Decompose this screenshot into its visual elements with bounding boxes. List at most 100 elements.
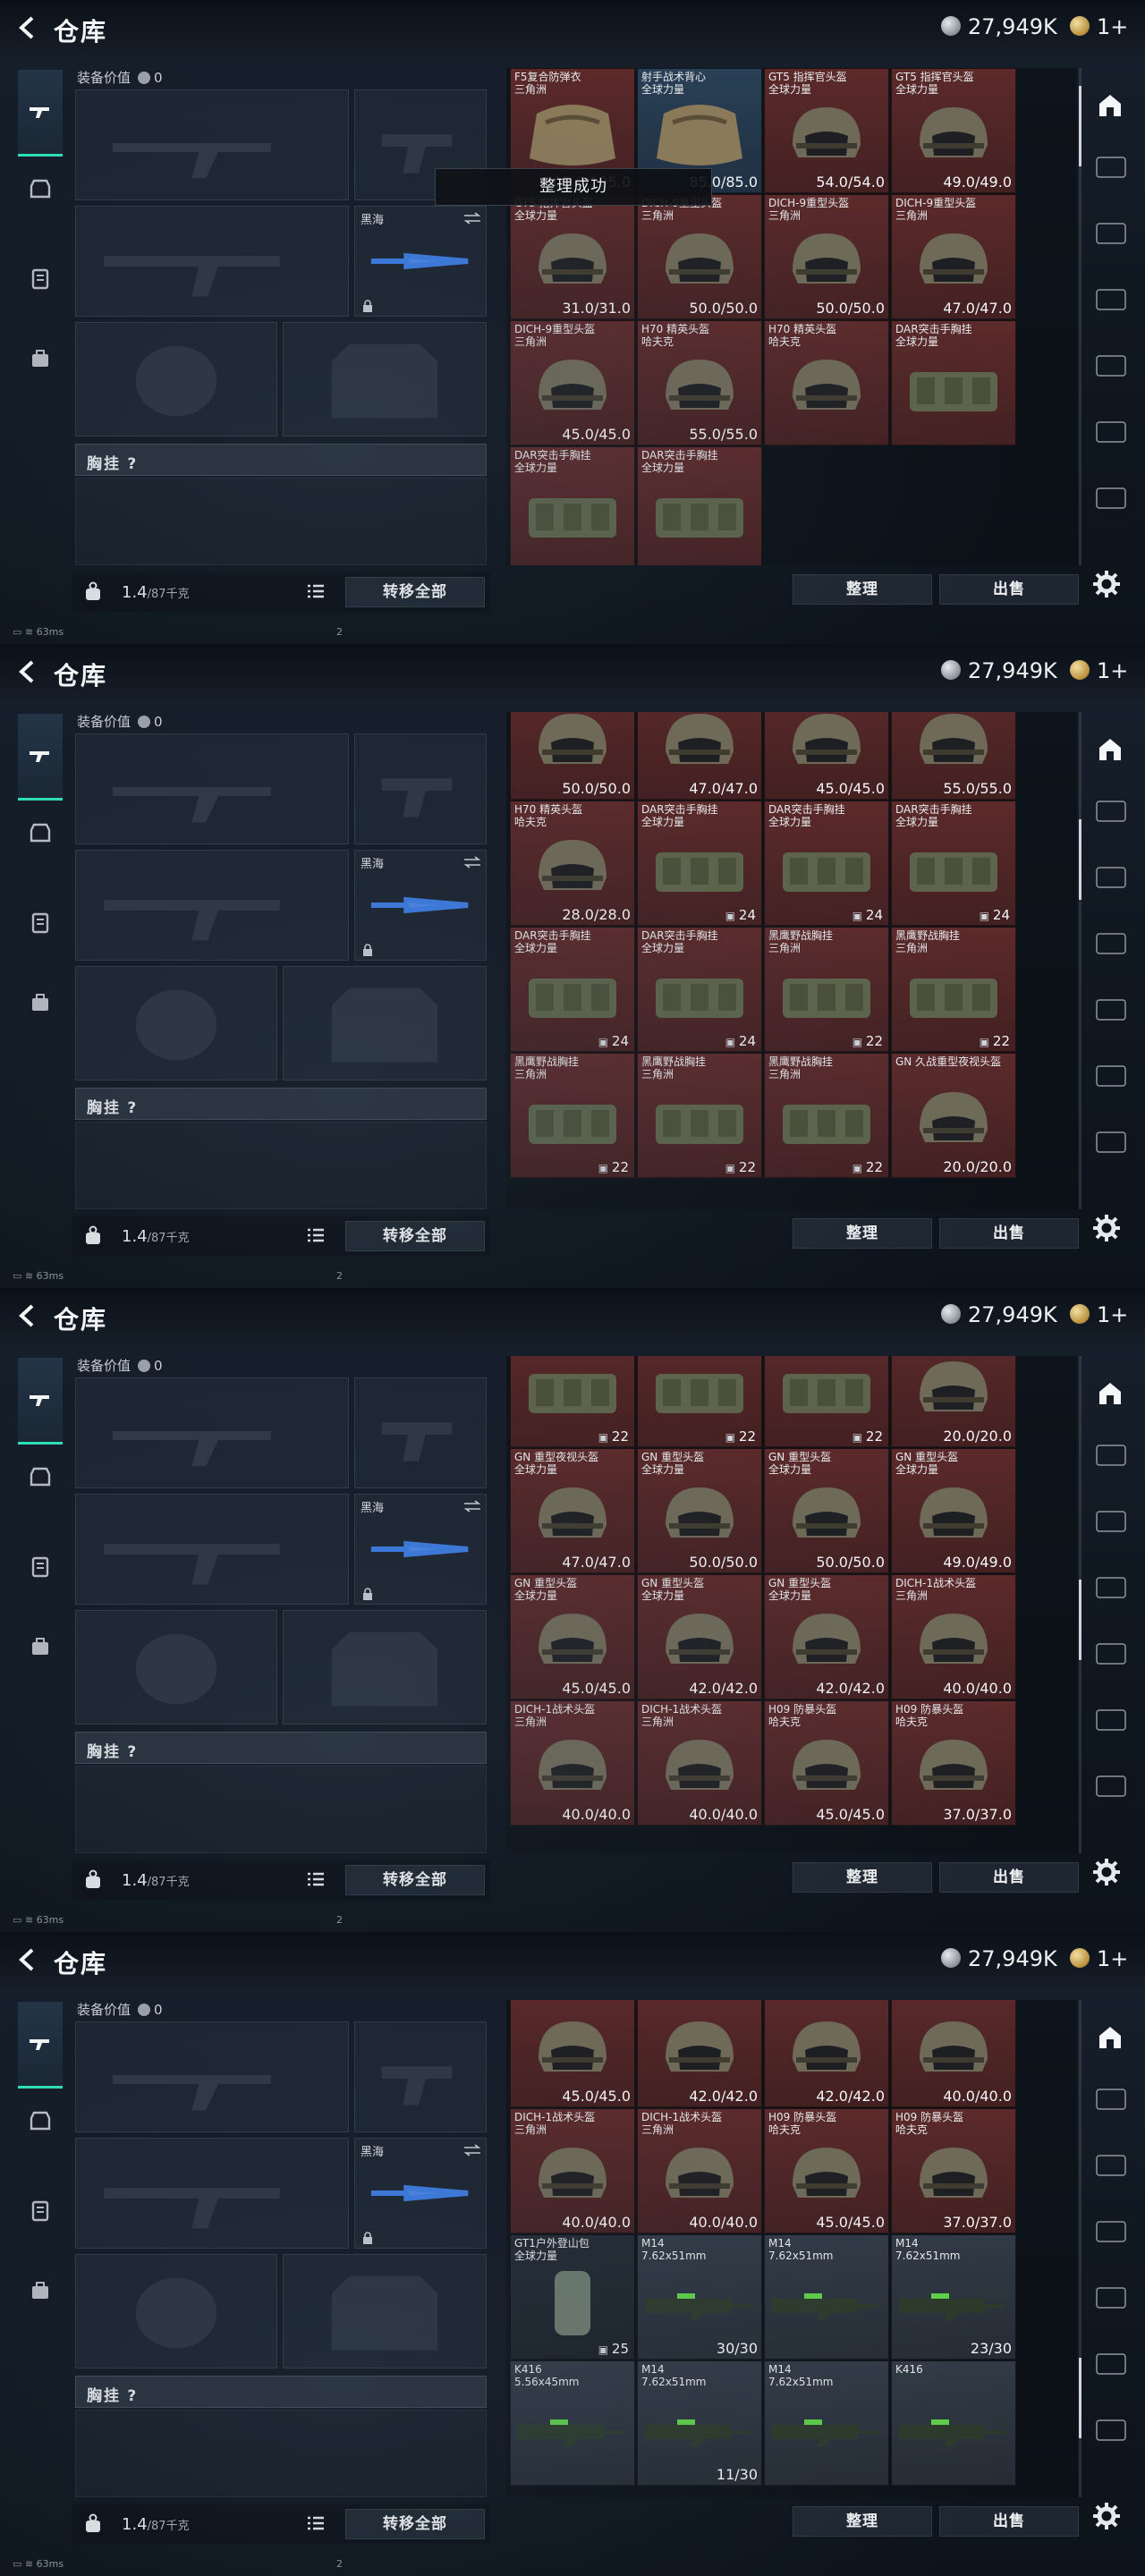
- sort-button[interactable]: 整理: [793, 2506, 932, 2537]
- home-icon[interactable]: [1093, 2021, 1127, 2055]
- pistol-slot[interactable]: [354, 1377, 487, 1488]
- rig-tab-icon[interactable]: [20, 1546, 61, 1587]
- storage-item[interactable]: 42.0/42.0: [764, 2000, 889, 2107]
- rail-item-icon[interactable]: [1095, 1442, 1127, 1469]
- weapon-tab-icon[interactable]: [18, 1358, 63, 1445]
- rail-item-icon[interactable]: [1095, 1129, 1127, 1156]
- back-arrow-icon[interactable]: [14, 14, 41, 41]
- gear-icon[interactable]: [1091, 1857, 1122, 1887]
- back-arrow-icon[interactable]: [14, 658, 41, 685]
- storage-item[interactable]: M14 7.62x51mm: [764, 2234, 889, 2360]
- rig-tab-icon[interactable]: [20, 2190, 61, 2231]
- weapon-tab-icon[interactable]: [18, 714, 63, 801]
- swap-icon[interactable]: [462, 212, 482, 225]
- backpack-tab-icon[interactable]: [20, 982, 61, 1023]
- chest-rig-help-icon[interactable]: ?: [127, 2387, 138, 2405]
- weapon-tab-icon[interactable]: [18, 2002, 63, 2089]
- secondary-weapon-slot[interactable]: [75, 206, 349, 317]
- chest-rig-help-icon[interactable]: ?: [127, 1743, 138, 1761]
- rail-item-icon[interactable]: [1095, 996, 1127, 1023]
- home-icon[interactable]: [1093, 89, 1127, 123]
- armor-tab-icon[interactable]: [20, 2100, 61, 2141]
- storage-item[interactable]: DICH-9重型头盔三角洲 50.0/50.0: [764, 194, 889, 319]
- storage-item[interactable]: DICH-1战术头盔 三角洲 40.0/40.0: [510, 1700, 635, 1826]
- storage-item[interactable]: H09 防暴头盔 哈夫克 37.0/37.0: [891, 2108, 1016, 2233]
- rail-item-icon[interactable]: [1095, 2218, 1127, 2245]
- secondary-weapon-slot[interactable]: [75, 850, 349, 961]
- rig-tab-icon[interactable]: [20, 258, 61, 299]
- helmet-slot[interactable]: [75, 966, 277, 1080]
- storage-scrollbar[interactable]: [1079, 68, 1081, 565]
- rail-item-icon[interactable]: [1095, 1063, 1127, 1089]
- storage-item[interactable]: DAR突击手胸挂全球力量 24: [891, 801, 1016, 926]
- storage-scrollbar[interactable]: [1079, 1356, 1081, 1853]
- storage-item[interactable]: 55.0/55.0: [891, 712, 1016, 800]
- rail-item-icon[interactable]: [1095, 419, 1127, 445]
- storage-item[interactable]: DAR突击手胸挂全球力量 24: [764, 801, 889, 926]
- chest-rig-slot[interactable]: [75, 2410, 487, 2497]
- storage-item[interactable]: H70 精英头盔 哈夫克: [764, 320, 889, 445]
- primary-weapon-slot[interactable]: [75, 733, 349, 844]
- storage-item[interactable]: K416: [891, 2360, 1016, 2486]
- rig-tab-icon[interactable]: [20, 902, 61, 943]
- storage-item[interactable]: GN 重型头盔 全球力量 42.0/42.0: [637, 1574, 762, 1699]
- storage-item[interactable]: H70 精英头盔 哈夫克 55.0/55.0: [637, 320, 762, 445]
- rail-item-icon[interactable]: [1095, 930, 1127, 957]
- list-icon[interactable]: [308, 1872, 324, 1886]
- armor-slot[interactable]: [283, 966, 487, 1080]
- chest-rig-slot[interactable]: [75, 478, 487, 565]
- armor-tab-icon[interactable]: [20, 1456, 61, 1497]
- storage-item[interactable]: DICH-1战术头盔 三角洲 40.0/40.0: [637, 2108, 762, 2233]
- swap-icon[interactable]: [462, 856, 482, 869]
- helmet-slot[interactable]: [75, 322, 277, 436]
- storage-item[interactable]: DICH-9重型头盔 三角洲 47.0/47.0: [891, 194, 1016, 319]
- storage-item[interactable]: M14 7.62x51mm 11/30: [637, 2360, 762, 2486]
- transfer-all-button[interactable]: 转移全部: [345, 577, 485, 607]
- helmet-slot[interactable]: [75, 2254, 277, 2368]
- storage-item[interactable]: H09 防暴头盔 哈夫克 37.0/37.0: [891, 1700, 1016, 1826]
- primary-weapon-slot[interactable]: [75, 1377, 349, 1488]
- secondary-weapon-slot[interactable]: [75, 1494, 349, 1605]
- storage-item[interactable]: GT5 指挥官头盔全球力量31.0/31.0: [510, 194, 635, 319]
- rail-item-icon[interactable]: [1095, 154, 1127, 181]
- chest-rig-bar[interactable]: 胸挂 ?: [75, 1732, 487, 1764]
- sort-button[interactable]: 整理: [793, 574, 932, 605]
- armor-tab-icon[interactable]: [20, 812, 61, 853]
- rail-item-icon[interactable]: [1095, 2417, 1127, 2444]
- rail-item-icon[interactable]: [1095, 1773, 1127, 1800]
- pistol-slot[interactable]: [354, 2021, 487, 2132]
- storage-item[interactable]: GN 重型头盔 全球力量 50.0/50.0: [637, 1448, 762, 1573]
- storage-item[interactable]: GN 重型头盔 全球力量 42.0/42.0: [764, 1574, 889, 1699]
- armor-slot[interactable]: [283, 1610, 487, 1724]
- primary-weapon-slot[interactable]: [75, 2021, 349, 2132]
- storage-item[interactable]: DAR突击手胸挂全球力量 24: [637, 927, 762, 1052]
- storage-item[interactable]: M14 7.62x51mm: [764, 2360, 889, 2486]
- sort-button[interactable]: 整理: [793, 1862, 932, 1893]
- rail-item-icon[interactable]: [1095, 1574, 1127, 1601]
- transfer-all-button[interactable]: 转移全部: [345, 1221, 485, 1251]
- storage-item[interactable]: H70 精英头盔 哈夫克 28.0/28.0: [510, 801, 635, 926]
- storage-item[interactable]: 黑鹰野战胸挂三角洲22: [510, 1356, 635, 1447]
- chest-rig-help-icon[interactable]: ?: [127, 455, 138, 473]
- storage-item[interactable]: 47.0/47.0: [637, 712, 762, 800]
- storage-item[interactable]: H09 防暴头盔 哈夫克 45.0/45.0: [764, 1700, 889, 1826]
- storage-item[interactable]: GN 重型头盔 全球力量 49.0/49.0: [891, 1448, 1016, 1573]
- rail-item-icon[interactable]: [1095, 1508, 1127, 1535]
- storage-item[interactable]: GT1户外登山包全球力量 25: [510, 2234, 635, 2360]
- rail-item-icon[interactable]: [1095, 1707, 1127, 1733]
- chest-rig-slot[interactable]: [75, 1766, 487, 1853]
- chest-rig-bar[interactable]: 胸挂 ?: [75, 2376, 487, 2408]
- secondary-weapon-slot[interactable]: [75, 2138, 349, 2249]
- transfer-all-button[interactable]: 转移全部: [345, 2509, 485, 2539]
- rail-item-icon[interactable]: [1095, 352, 1127, 379]
- storage-item[interactable]: 45.0/45.0: [510, 2000, 635, 2107]
- storage-item[interactable]: DAR突击手胸挂 全球力量: [637, 446, 762, 565]
- sell-button[interactable]: 出售: [939, 574, 1079, 605]
- rail-item-icon[interactable]: [1095, 485, 1127, 512]
- storage-item[interactable]: DAR突击手胸挂全球力量 24: [637, 801, 762, 926]
- weapon-tab-icon[interactable]: [18, 70, 63, 157]
- storage-item[interactable]: GN 久战重型夜视头盔 20.0/20.0: [891, 1053, 1016, 1178]
- rail-item-icon[interactable]: [1095, 286, 1127, 313]
- swap-icon[interactable]: [462, 1500, 482, 1513]
- storage-item[interactable]: DAR突击手胸挂全球力量 24: [510, 927, 635, 1052]
